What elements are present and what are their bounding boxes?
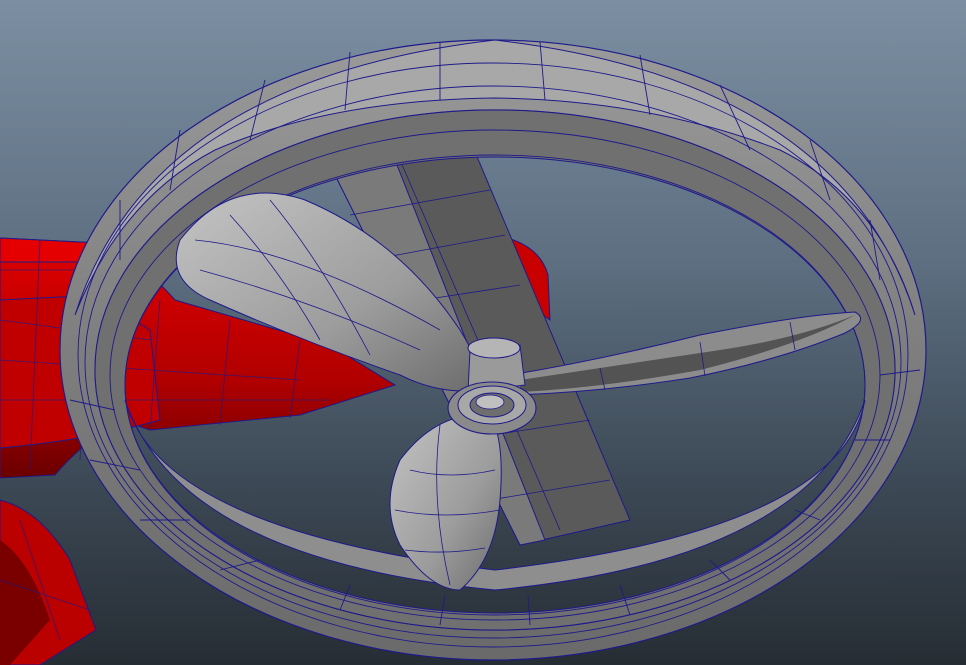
3d-viewport[interactable]	[0, 0, 966, 665]
propeller-blade-right	[509, 311, 862, 396]
scene-render	[0, 39, 927, 665]
